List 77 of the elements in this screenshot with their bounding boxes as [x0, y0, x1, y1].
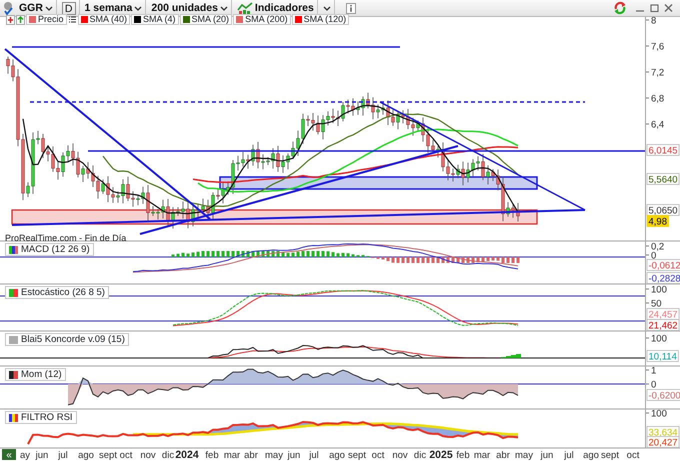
date-label: sept	[601, 450, 619, 461]
price-marker: 6,0145	[646, 144, 680, 156]
date-label: jul	[564, 450, 574, 461]
date-label: sept	[99, 450, 117, 461]
date-label: jun	[288, 450, 300, 461]
date-label: dic	[162, 450, 174, 461]
list-icon	[68, 15, 77, 24]
axis-label: 50	[646, 298, 662, 310]
date-label: sept	[348, 450, 366, 461]
date-label: abr	[244, 450, 258, 461]
date-label: 2024	[175, 449, 199, 461]
date-label: nov	[140, 450, 156, 461]
date-label: mar	[474, 450, 490, 461]
date-label: oct	[626, 450, 640, 461]
date-label: jun	[540, 450, 554, 461]
date-label: feb	[205, 450, 219, 461]
date-label: ago	[583, 450, 599, 461]
tool-icon	[6, 14, 15, 24]
date-label: feb	[456, 450, 470, 461]
date-label: nov	[392, 450, 408, 461]
indicator-swatch-icon	[9, 370, 18, 380]
maximize-icon	[650, 3, 658, 13]
caret-icon	[220, 4, 228, 12]
axis-label: 7,6	[646, 42, 664, 52]
date-label: may	[265, 450, 283, 461]
date-label: jul	[309, 450, 319, 461]
histogram-drawing	[501, 354, 521, 358]
price-marker: -0,2828	[646, 272, 680, 284]
indicator-swatch-icon	[9, 412, 18, 422]
refresh-icon	[613, 1, 627, 15]
caret-icon	[44, 4, 53, 12]
price-marker: 10,114	[646, 350, 679, 362]
date-label: 2025	[429, 449, 453, 461]
price-marker: 24,457	[646, 308, 680, 320]
date-label: oct	[120, 450, 132, 461]
chart-icon	[236, 1, 253, 15]
axis-label: 8	[646, 17, 656, 26]
axis-label: 0	[646, 380, 656, 390]
axis-label: 1	[646, 366, 656, 376]
indicator-swatch-icon	[9, 288, 18, 298]
axis-label: 100	[646, 334, 667, 344]
minimize-icon	[636, 10, 644, 12]
scroll-back-button[interactable]: «	[2, 449, 16, 461]
axis-label: 7,2	[646, 68, 664, 78]
price-marker: -0,0612	[646, 259, 680, 272]
refresh-button[interactable]	[612, 1, 628, 15]
date-label: jul	[58, 450, 68, 461]
axis-label: 100	[646, 284, 667, 296]
date-label: ay	[20, 450, 30, 461]
axis-label: 0,2	[646, 242, 664, 252]
caret-icon	[134, 4, 142, 12]
date-label: dic	[414, 450, 426, 461]
price-marker: 5,0650	[646, 204, 680, 216]
axis-label: 6,4	[646, 120, 664, 130]
date-label: mar	[224, 450, 240, 461]
source-label: ProRealTime.com - Fin de Día	[5, 232, 126, 245]
price-marker: 5,5640	[646, 173, 680, 186]
caret-icon	[322, 4, 331, 12]
close-icon	[664, 3, 672, 13]
axis-label: 0	[646, 250, 656, 262]
info-button[interactable]	[344, 1, 357, 15]
axis-label: 6,8	[646, 94, 664, 104]
price-marker: 21,462	[646, 319, 680, 332]
indicator-swatch-icon	[9, 244, 18, 254]
date-label: may	[515, 450, 533, 461]
app-icon	[2, 1, 14, 15]
date-label: ago	[78, 450, 94, 461]
date-label: abr	[496, 450, 510, 461]
price-marker: 20,427	[646, 436, 680, 448]
indicator-swatch-icon	[9, 334, 18, 344]
date-label: ago	[329, 450, 345, 461]
date-label: oct	[372, 450, 384, 461]
price-marker: 4,98	[646, 215, 669, 228]
date-label: jun	[36, 450, 48, 461]
price-marker: -0,6200	[646, 389, 680, 402]
axis-label: 100	[646, 408, 667, 420]
price-marker: 33,634	[646, 426, 680, 438]
